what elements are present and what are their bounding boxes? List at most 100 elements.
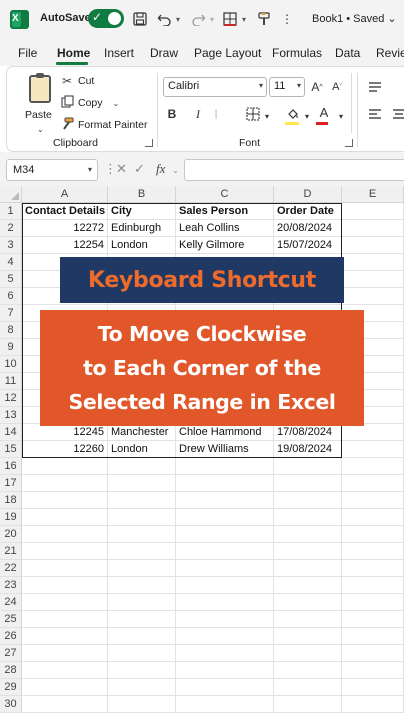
cell[interactable] <box>22 509 108 526</box>
cell[interactable] <box>274 628 342 645</box>
row-header[interactable]: 13 <box>0 407 22 424</box>
row-header[interactable]: 21 <box>0 543 22 560</box>
cell[interactable] <box>274 696 342 713</box>
row-header[interactable]: 18 <box>0 492 22 509</box>
chevron-down-icon[interactable]: ⌄ <box>37 125 44 134</box>
cell[interactable] <box>342 288 404 305</box>
cell[interactable] <box>274 458 342 475</box>
cell[interactable] <box>274 526 342 543</box>
cell[interactable] <box>342 254 404 271</box>
column-title-cell[interactable]: Sales Person <box>176 203 274 220</box>
row-header[interactable]: 19 <box>0 509 22 526</box>
cell[interactable] <box>108 560 176 577</box>
row-header[interactable]: 27 <box>0 645 22 662</box>
column-header[interactable]: A <box>22 186 108 203</box>
cell[interactable] <box>22 594 108 611</box>
name-box[interactable]: M34 ▾ <box>6 159 98 181</box>
cell[interactable] <box>342 509 404 526</box>
data-cell[interactable]: Kelly Gilmore <box>176 237 274 254</box>
autosave-toggle[interactable]: ✓ <box>88 9 124 28</box>
cell[interactable] <box>274 611 342 628</box>
row-header[interactable]: 26 <box>0 628 22 645</box>
cell[interactable] <box>108 679 176 696</box>
copy-button[interactable]: Copy ⌄ <box>59 95 119 111</box>
more-icon[interactable]: ⋮ <box>281 10 293 28</box>
tab-formulas[interactable]: Formulas <box>272 46 322 60</box>
cell[interactable] <box>108 577 176 594</box>
redo-icon[interactable] <box>190 10 206 28</box>
cell[interactable] <box>176 492 274 509</box>
borders-dropdown-icon[interactable]: ▾ <box>263 107 271 125</box>
cell[interactable] <box>176 526 274 543</box>
row-header[interactable]: 3 <box>0 237 22 254</box>
cell[interactable] <box>274 679 342 696</box>
cell[interactable] <box>342 594 404 611</box>
tab-review[interactable]: Review <box>376 46 404 60</box>
cell[interactable] <box>22 611 108 628</box>
cell[interactable] <box>22 628 108 645</box>
cell[interactable] <box>342 662 404 679</box>
row-header[interactable]: 4 <box>0 254 22 271</box>
row-header[interactable]: 8 <box>0 322 22 339</box>
increase-font-size-icon[interactable]: A ^ <box>309 78 325 96</box>
cell[interactable] <box>342 475 404 492</box>
row-header[interactable]: 2 <box>0 220 22 237</box>
font-launcher-icon[interactable] <box>345 139 353 147</box>
row-header[interactable]: 12 <box>0 390 22 407</box>
fill-color-dropdown-icon[interactable]: ▾ <box>303 107 311 125</box>
cell[interactable] <box>108 492 176 509</box>
tab-draw[interactable]: Draw <box>150 46 178 60</box>
undo-icon[interactable] <box>156 10 172 28</box>
data-cell[interactable]: London <box>108 237 176 254</box>
cell[interactable] <box>108 543 176 560</box>
row-header[interactable]: 17 <box>0 475 22 492</box>
format-painter-quick-icon[interactable] <box>256 10 272 28</box>
data-cell[interactable]: Chloe Hammond <box>176 424 274 441</box>
cell[interactable] <box>22 458 108 475</box>
column-header[interactable]: D <box>274 186 342 203</box>
cell[interactable] <box>342 577 404 594</box>
cell[interactable] <box>342 526 404 543</box>
cell[interactable] <box>108 458 176 475</box>
cell[interactable] <box>108 611 176 628</box>
cell[interactable] <box>176 662 274 679</box>
column-header[interactable]: B <box>108 186 176 203</box>
data-cell[interactable]: 19/08/2024 <box>274 441 342 458</box>
paste-button[interactable]: Paste ⌄ <box>25 73 59 134</box>
row-header[interactable]: 30 <box>0 696 22 713</box>
insert-function-icon[interactable]: fx <box>156 161 165 177</box>
cell[interactable] <box>176 509 274 526</box>
formula-input[interactable] <box>184 159 404 181</box>
enter-icon[interactable]: ✓ <box>134 161 145 177</box>
bold-icon[interactable]: B <box>165 105 179 123</box>
cell[interactable] <box>342 203 404 220</box>
font-color-dropdown-icon[interactable]: ▾ <box>337 107 345 125</box>
cell[interactable] <box>108 594 176 611</box>
cell[interactable] <box>176 679 274 696</box>
cell[interactable] <box>274 475 342 492</box>
row-header[interactable]: 28 <box>0 662 22 679</box>
select-all-button[interactable] <box>0 186 22 203</box>
row-header[interactable]: 5 <box>0 271 22 288</box>
cell[interactable] <box>176 628 274 645</box>
column-header[interactable]: E <box>342 186 404 203</box>
cell[interactable] <box>342 458 404 475</box>
data-cell[interactable]: Drew Williams <box>176 441 274 458</box>
data-cell[interactable]: 15/07/2024 <box>274 237 342 254</box>
cell[interactable] <box>176 696 274 713</box>
cell[interactable] <box>22 475 108 492</box>
cell[interactable] <box>108 696 176 713</box>
data-cell[interactable]: 12254 <box>22 237 108 254</box>
clipboard-launcher-icon[interactable] <box>145 139 153 147</box>
cell[interactable] <box>22 543 108 560</box>
cell[interactable] <box>342 696 404 713</box>
row-header[interactable]: 9 <box>0 339 22 356</box>
cell[interactable] <box>108 662 176 679</box>
cell[interactable] <box>176 458 274 475</box>
copy-dropdown-icon[interactable]: ⌄ <box>113 99 120 108</box>
undo-dropdown-icon[interactable]: ▾ <box>174 10 182 28</box>
cell[interactable] <box>274 662 342 679</box>
cell[interactable] <box>342 492 404 509</box>
data-cell[interactable]: 12272 <box>22 220 108 237</box>
cell[interactable] <box>176 645 274 662</box>
